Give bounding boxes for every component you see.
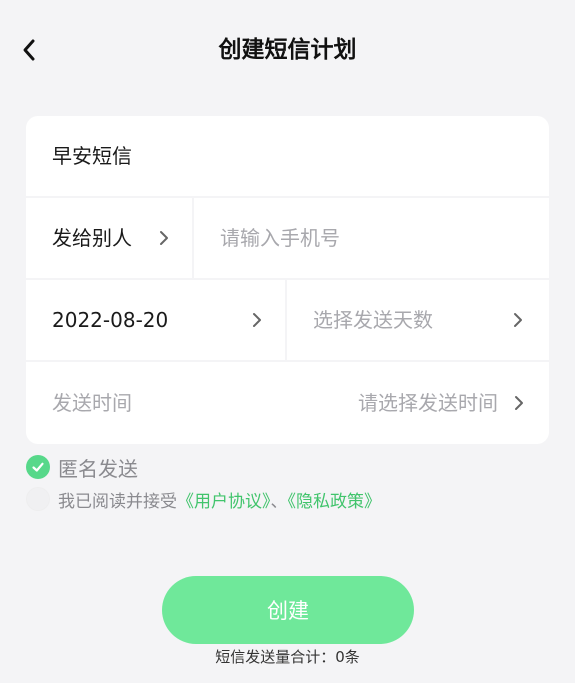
- agreement-checkbox[interactable]: [26, 487, 50, 511]
- page-header: 创建短信计划: [0, 0, 575, 100]
- phone-placeholder: 请输入手机号: [220, 226, 340, 250]
- date-row: 2022-08-20 选择发送天数: [26, 280, 549, 360]
- anonymous-send-option[interactable]: 匿名发送: [26, 452, 138, 482]
- agreement-option: 我已阅读并接受《用户协议》、《隐私政策》: [26, 484, 381, 514]
- send-days-selector[interactable]: 选择发送天数: [287, 280, 549, 360]
- start-date-value: 2022-08-20: [52, 308, 169, 332]
- recipient-type-selector[interactable]: 发给别人: [26, 198, 191, 278]
- agreement-text: 我已阅读并接受《用户协议》、《隐私政策》: [58, 487, 381, 512]
- send-time-label: 发送时间: [52, 391, 132, 415]
- sms-total-count: 短信发送量合计：0条: [215, 648, 360, 666]
- anonymous-checkbox[interactable]: [26, 455, 50, 479]
- plan-name-field[interactable]: 早安短信: [26, 116, 549, 196]
- privacy-policy-link[interactable]: 《隐私政策》: [288, 492, 382, 512]
- send-days-placeholder: 选择发送天数: [313, 308, 433, 332]
- checkmark-icon: [32, 462, 44, 472]
- chevron-right-icon: [515, 396, 523, 410]
- user-agreement-link[interactable]: 《用户协议》: [177, 492, 271, 512]
- agreement-separator: 、: [270, 491, 288, 512]
- send-time-placeholder: 请选择发送时间: [358, 391, 498, 415]
- chevron-right-icon: [253, 313, 261, 327]
- recipient-type-label: 发给别人: [52, 226, 132, 250]
- page-title: 创建短信计划: [218, 37, 357, 63]
- agreement-prefix: 我已阅读并接受: [58, 491, 177, 512]
- start-date-selector[interactable]: 2022-08-20: [26, 280, 284, 360]
- anonymous-label: 匿名发送: [58, 456, 138, 481]
- phone-input[interactable]: 请输入手机号: [194, 198, 549, 278]
- send-time-selector[interactable]: 发送时间 请选择发送时间: [26, 362, 549, 444]
- recipient-row: 发给别人 请输入手机号: [26, 198, 549, 278]
- chevron-right-icon: [160, 231, 168, 245]
- create-button[interactable]: 创建: [162, 576, 414, 644]
- chevron-right-icon: [514, 313, 522, 327]
- plan-name-value: 早安短信: [52, 144, 132, 168]
